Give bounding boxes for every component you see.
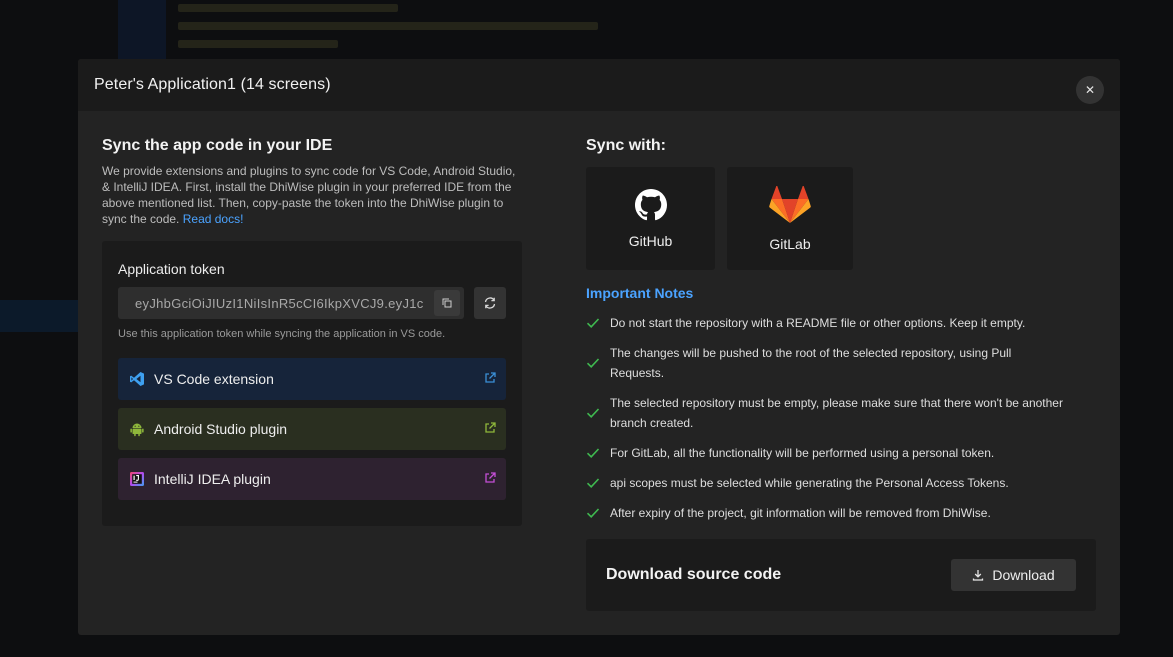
copy-icon (442, 298, 452, 308)
vscode-extension-link[interactable]: VS Code extension (118, 358, 506, 400)
token-row: eyJhbGciOiJIUzI1NiIsInR5cCI6IkpXVCJ9.eyJ… (118, 287, 506, 319)
plugin-label: IntelliJ IDEA plugin (154, 471, 271, 487)
check-icon (586, 318, 600, 328)
sync-modal: Peter's Application1 (14 screens) ✕ Sync… (78, 59, 1120, 635)
refresh-icon (484, 297, 496, 309)
note-item: For GitLab, all the functionality will b… (586, 443, 1098, 463)
important-notes-list: Do not start the repository with a READM… (586, 313, 1098, 533)
external-link-icon (485, 372, 496, 383)
token-label: Application token (118, 261, 225, 277)
sync-section: Sync with: (586, 137, 1096, 155)
provider-label: GitLab (769, 235, 811, 252)
note-item: After expiry of the project, git informa… (586, 503, 1098, 523)
github-icon (634, 188, 667, 220)
close-button[interactable]: ✕ (1076, 76, 1104, 104)
plugin-label: Android Studio plugin (154, 421, 288, 437)
check-icon (586, 358, 600, 368)
android-icon (128, 420, 146, 438)
ide-description: We provide extensions and plugins to syn… (102, 164, 516, 226)
important-notes-heading: Important Notes (586, 285, 694, 301)
read-docs-link[interactable]: Read docs! (183, 212, 244, 226)
note-item: The changes will be pushed to the root o… (586, 343, 1098, 383)
modal-title: Peter's Application1 (14 screens) (94, 76, 331, 93)
token-hint: Use this application token while syncing… (118, 328, 446, 340)
download-button-label: Download (992, 567, 1055, 583)
sync-heading: Sync with: (586, 137, 667, 154)
download-panel: Download source code Download (586, 539, 1096, 611)
download-button[interactable]: Download (951, 559, 1076, 591)
token-field[interactable]: eyJhbGciOiJIUzI1NiIsInR5cCI6IkpXVCJ9.eyJ… (118, 287, 464, 319)
background-code (118, 0, 618, 60)
external-link-icon (485, 472, 496, 483)
modal-header: Peter's Application1 (14 screens) ✕ (78, 59, 1120, 111)
check-icon (586, 478, 600, 488)
plugin-label: VS Code extension (154, 371, 274, 387)
intellij-icon (128, 470, 146, 488)
token-value: eyJhbGciOiJIUzI1NiIsInR5cCI6IkpXVCJ9.eyJ… (135, 295, 424, 311)
check-icon (586, 408, 600, 418)
copy-token-button[interactable] (434, 290, 460, 316)
github-provider-button[interactable]: GitHub (586, 167, 715, 270)
token-panel: Application token eyJhbGciOiJIUzI1NiIsIn… (102, 241, 522, 526)
gitlab-icon (769, 185, 811, 223)
gitlab-provider-button[interactable]: GitLab (727, 167, 853, 270)
provider-label: GitHub (628, 232, 673, 249)
android-studio-plugin-link[interactable]: Android Studio plugin (118, 408, 506, 450)
plugin-list: VS Code extension Android Studio plugin … (118, 358, 506, 500)
note-item: The selected repository must be empty, p… (586, 393, 1098, 433)
provider-list: GitHub GitLab (586, 167, 853, 270)
note-item: api scopes must be selected while genera… (586, 473, 1098, 493)
background-sidebar-highlight (0, 300, 78, 332)
ide-heading: Sync the app code in your IDE (102, 137, 333, 154)
intellij-plugin-link[interactable]: IntelliJ IDEA plugin (118, 458, 506, 500)
external-link-icon (485, 422, 496, 433)
note-item: Do not start the repository with a READM… (586, 313, 1098, 333)
download-heading: Download source code (606, 566, 782, 583)
vscode-icon (128, 370, 146, 388)
regenerate-token-button[interactable] (474, 287, 506, 319)
download-icon (973, 570, 984, 581)
ide-section: Sync the app code in your IDE We provide… (102, 137, 522, 227)
check-icon (586, 508, 600, 518)
check-icon (586, 448, 600, 458)
close-icon: ✕ (1084, 83, 1096, 97)
